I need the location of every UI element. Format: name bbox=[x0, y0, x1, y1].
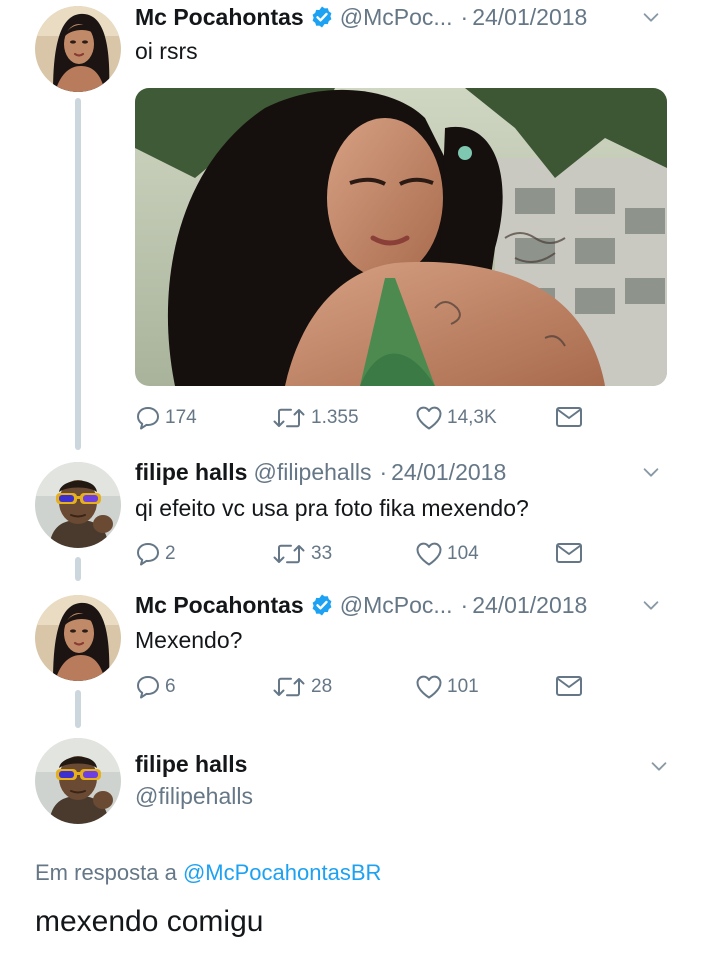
like-button[interactable]: 101 bbox=[415, 674, 479, 700]
avatar-image bbox=[35, 462, 121, 548]
envelope-icon bbox=[555, 405, 583, 429]
tweet-header: filipe halls @filipehalls · 24/01/2018 bbox=[135, 457, 662, 487]
avatar[interactable] bbox=[35, 738, 121, 824]
reply-count: 174 bbox=[165, 407, 197, 428]
user-handle[interactable]: @filipehalls bbox=[135, 783, 253, 810]
tweet-text: oi rsrs bbox=[135, 38, 198, 64]
tweet-2[interactable]: filipe halls @filipehalls · 24/01/2018 q… bbox=[0, 455, 702, 585]
avatar[interactable] bbox=[35, 6, 121, 92]
thread-line bbox=[75, 98, 81, 450]
display-name[interactable]: filipe halls bbox=[135, 459, 247, 486]
avatar[interactable] bbox=[35, 595, 121, 681]
retweet-icon bbox=[271, 541, 307, 567]
separator: · bbox=[379, 458, 388, 485]
reply-count: 2 bbox=[165, 543, 176, 564]
chevron-down-icon[interactable] bbox=[640, 594, 662, 622]
avatar-image bbox=[35, 738, 121, 824]
avatar[interactable] bbox=[35, 462, 121, 548]
heart-icon bbox=[415, 674, 443, 700]
tweet-3[interactable]: Mc Pocahontas @McPoc... · 24/01/2018 Mex… bbox=[0, 590, 702, 730]
heart-icon bbox=[415, 405, 443, 431]
reply-mention-link[interactable]: @McPocahontasBR bbox=[183, 860, 381, 885]
envelope-icon bbox=[555, 541, 583, 565]
retweet-count: 1.355 bbox=[311, 407, 359, 428]
separator: · bbox=[460, 3, 469, 30]
retweet-button[interactable]: 33 bbox=[271, 541, 332, 567]
tweet-text: Mexendo? bbox=[135, 627, 243, 653]
user-handle[interactable]: @McPoc... bbox=[340, 592, 453, 619]
reply-count: 6 bbox=[165, 676, 176, 697]
avatar-image bbox=[35, 6, 121, 92]
thread-line bbox=[75, 557, 81, 581]
photo-image bbox=[135, 88, 667, 386]
verified-badge-icon bbox=[310, 5, 334, 29]
tweet-actions: 2 33 104 bbox=[135, 541, 595, 571]
like-count: 101 bbox=[447, 676, 479, 697]
chevron-down-icon[interactable] bbox=[640, 6, 662, 34]
retweet-button[interactable]: 1.355 bbox=[271, 405, 359, 431]
display-name[interactable]: Mc Pocahontas bbox=[135, 592, 304, 619]
tweet-actions: 174 1.355 14,3K bbox=[135, 405, 595, 435]
retweet-icon bbox=[271, 674, 307, 700]
tweet-photo[interactable] bbox=[135, 88, 667, 386]
dm-button[interactable] bbox=[555, 674, 587, 698]
reply-button[interactable]: 2 bbox=[135, 541, 176, 567]
tweet-header: Mc Pocahontas @McPoc... · 24/01/2018 bbox=[135, 2, 662, 32]
main-tweet-text: mexendo comigu bbox=[35, 905, 264, 938]
reply-button[interactable]: 174 bbox=[135, 405, 197, 431]
tweet-date[interactable]: 24/01/2018 bbox=[391, 459, 506, 486]
tweet-date[interactable]: 24/01/2018 bbox=[472, 4, 587, 31]
like-count: 104 bbox=[447, 543, 479, 564]
envelope-icon bbox=[555, 674, 583, 698]
like-button[interactable]: 104 bbox=[415, 541, 479, 567]
like-count: 14,3K bbox=[447, 407, 497, 428]
retweet-count: 33 bbox=[311, 543, 333, 564]
tweet-text: qi efeito vc usa pra foto fika mexendo? bbox=[135, 495, 529, 521]
reply-icon bbox=[135, 674, 161, 700]
heart-icon bbox=[415, 541, 443, 567]
verified-badge-icon bbox=[310, 593, 334, 617]
retweet-icon bbox=[271, 405, 307, 431]
reply-icon bbox=[135, 405, 161, 431]
user-handle[interactable]: @filipehalls bbox=[253, 459, 371, 486]
retweet-button[interactable]: 28 bbox=[271, 674, 332, 700]
display-name[interactable]: Mc Pocahontas bbox=[135, 4, 304, 31]
retweet-count: 28 bbox=[311, 676, 333, 697]
like-button[interactable]: 14,3K bbox=[415, 405, 497, 431]
reply-icon bbox=[135, 541, 161, 567]
user-handle[interactable]: @McPoc... bbox=[340, 4, 453, 31]
separator: · bbox=[460, 591, 469, 618]
display-name[interactable]: filipe halls bbox=[135, 751, 247, 778]
tweet-1[interactable]: Mc Pocahontas @McPoc... · 24/01/2018 oi … bbox=[0, 0, 702, 460]
reply-button[interactable]: 6 bbox=[135, 674, 176, 700]
dm-button[interactable] bbox=[555, 405, 587, 429]
reply-context: Em resposta a @McPocahontasBR bbox=[35, 860, 381, 886]
avatar-image bbox=[35, 595, 121, 681]
tweet-actions: 6 28 101 bbox=[135, 674, 595, 704]
chevron-down-icon[interactable] bbox=[640, 461, 662, 489]
chevron-down-icon[interactable] bbox=[648, 755, 670, 782]
thread-line bbox=[75, 690, 81, 728]
reply-prefix: Em resposta a bbox=[35, 860, 177, 885]
dm-button[interactable] bbox=[555, 541, 587, 565]
tweet-header: Mc Pocahontas @McPoc... · 24/01/2018 bbox=[135, 590, 662, 620]
tweet-date[interactable]: 24/01/2018 bbox=[472, 592, 587, 619]
